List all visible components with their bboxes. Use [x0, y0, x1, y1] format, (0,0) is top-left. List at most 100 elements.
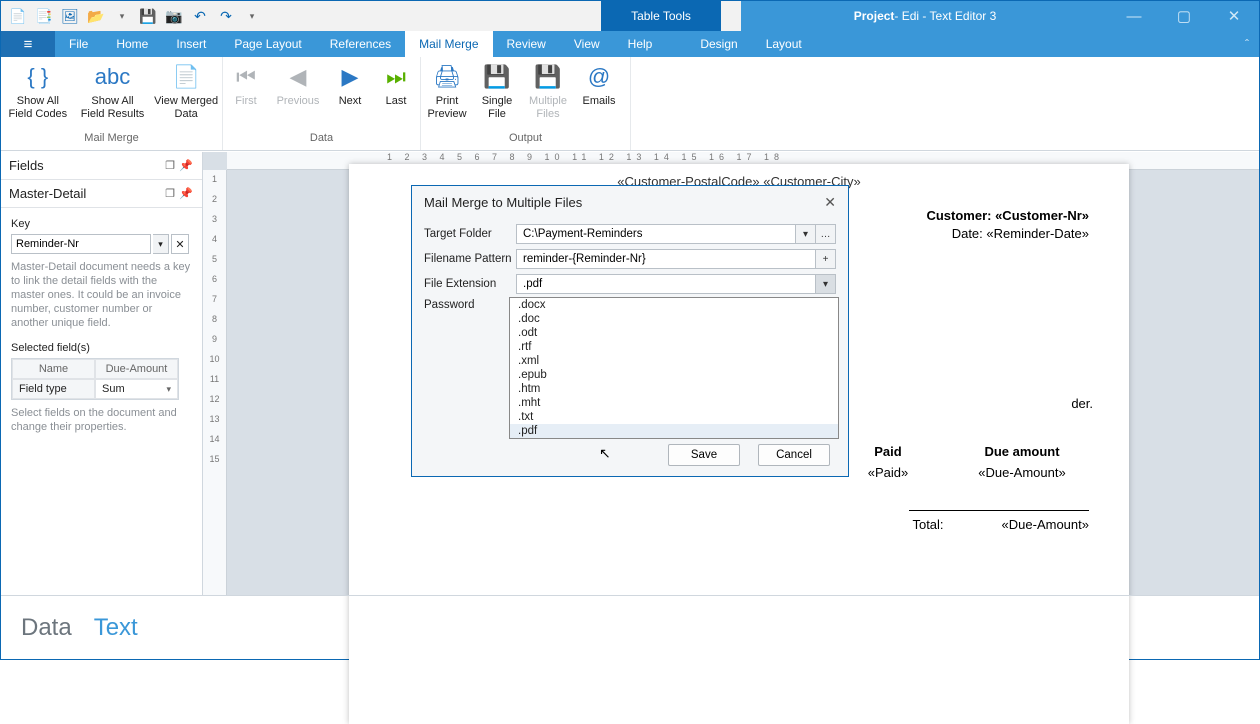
save-icon[interactable]: 💾 [137, 5, 159, 27]
panel-dock-icon-2[interactable]: ❐ [162, 187, 178, 200]
ribbon-group-mailmerge: { }Show AllField Codes abcShow AllField … [1, 57, 223, 150]
presentation-icon[interactable]: 🖼 [59, 5, 81, 27]
selected-fields-table: Name Due-Amount Field type Sum▾ [11, 358, 179, 400]
rich-doc-icon[interactable]: 📑 [33, 5, 55, 27]
key-dropdown-icon[interactable]: ▾ [153, 234, 169, 254]
bottom-tab-data[interactable]: Data [21, 614, 72, 642]
vertical-ruler[interactable]: 123456789101112131415 [203, 170, 227, 595]
maximize-button[interactable]: ▢ [1159, 1, 1209, 31]
ribbon-body: { }Show AllField Codes abcShow AllField … [1, 57, 1259, 151]
new-doc-icon[interactable]: 📄 [7, 5, 29, 27]
ext-odt[interactable]: .odt [510, 326, 838, 340]
last-button[interactable]: ⏭Last [373, 57, 419, 112]
total-line [909, 510, 1089, 511]
qat-dropdown-icon[interactable]: ▾ [111, 5, 133, 27]
at-icon: @ [583, 61, 615, 93]
tab-page-layout[interactable]: Page Layout [220, 31, 315, 57]
abc-icon: abc [97, 61, 129, 93]
file-extension-dropdown-icon[interactable]: ▾ [816, 274, 836, 294]
save-single-icon: 💾 [481, 61, 513, 93]
selected-fields-label: Selected field(s) [11, 342, 192, 354]
key-label: Key [11, 218, 192, 230]
bottom-tabs: Data Text [1, 595, 1259, 659]
first-button: ⏮First [223, 57, 269, 112]
app-title: Project - Edi - Text Editor 3 [741, 1, 1109, 31]
multiple-files-button[interactable]: 💾MultipleFiles [521, 57, 575, 125]
panel-dock-icon[interactable]: ❐ [162, 159, 178, 172]
ext-txt[interactable]: .txt [510, 410, 838, 424]
ext-htm[interactable]: .htm [510, 382, 838, 396]
camera-icon[interactable]: 📷 [163, 5, 185, 27]
save-button[interactable]: Save [668, 444, 740, 466]
show-field-results-button[interactable]: abcShow AllField Results [75, 57, 151, 125]
window-controls: — ▢ ✕ [1109, 1, 1259, 31]
ext-doc[interactable]: .doc [510, 312, 838, 326]
redo-icon[interactable]: ↷ [215, 5, 237, 27]
selected-fields-help: Select fields on the document and change… [11, 406, 192, 434]
tab-file[interactable]: File [55, 31, 102, 57]
tab-view[interactable]: View [560, 31, 614, 57]
total-label: Total: [912, 517, 943, 532]
master-detail-title: Master-Detail [9, 186, 86, 201]
show-field-codes-button[interactable]: { }Show AllField Codes [1, 57, 75, 125]
view-merged-data-button[interactable]: 📄View MergedData [150, 57, 222, 125]
title-bar: 📄 📑 🖼 📂 ▾ 💾 📷 ↶ ↷ ▾ Table Tools Project … [1, 1, 1259, 31]
dialog-title: Mail Merge to Multiple Files [424, 195, 582, 210]
target-folder-browse-button[interactable]: … [816, 224, 836, 244]
tab-help[interactable]: Help [614, 31, 667, 57]
previous-button: ◀Previous [269, 57, 327, 112]
cancel-button[interactable]: Cancel [758, 444, 830, 466]
ext-mht[interactable]: .mht [510, 396, 838, 410]
print-preview-button[interactable]: 🖨PrintPreview [421, 57, 473, 125]
key-input[interactable] [11, 234, 151, 254]
minimize-button[interactable]: — [1109, 1, 1159, 31]
single-file-button[interactable]: 💾SingleFile [473, 57, 521, 125]
col-name: Name [12, 359, 95, 379]
tab-layout[interactable]: Layout [752, 31, 816, 57]
file-extension-input[interactable] [516, 274, 816, 294]
ext-epub[interactable]: .epub [510, 368, 838, 382]
file-extension-label: File Extension [424, 278, 516, 290]
ext-pdf[interactable]: .pdf [510, 424, 838, 438]
order-text-tail: der. [1071, 396, 1093, 411]
tab-review[interactable]: Review [493, 31, 560, 57]
tab-references[interactable]: References [316, 31, 405, 57]
last-icon: ⏭ [380, 61, 412, 93]
previous-icon: ◀ [282, 61, 314, 93]
emails-button[interactable]: @Emails [575, 57, 623, 112]
filename-pattern-input[interactable] [516, 249, 816, 269]
fields-title: Fields [9, 158, 44, 173]
target-folder-input[interactable] [516, 224, 796, 244]
braces-icon: { } [22, 61, 54, 93]
fields-panel-header: Fields ❐ 📌 [1, 152, 202, 180]
tab-mail-merge[interactable]: Mail Merge [405, 31, 492, 57]
tab-insert[interactable]: Insert [162, 31, 220, 57]
undo-icon[interactable]: ↶ [189, 5, 211, 27]
file-tab[interactable]: ≡ [1, 31, 55, 57]
row-sum[interactable]: Sum▾ [95, 379, 178, 399]
ext-xml[interactable]: .xml [510, 354, 838, 368]
document-icon: 📄 [170, 61, 202, 93]
hdr-due: Due amount [955, 444, 1089, 459]
key-clear-button[interactable]: ✕ [171, 234, 189, 254]
customer-line: Customer: «Customer-Nr» [926, 208, 1089, 223]
ext-docx[interactable]: .docx [510, 298, 838, 312]
ribbon-group-output: 🖨PrintPreview 💾SingleFile 💾MultipleFiles… [421, 57, 631, 150]
open-icon[interactable]: 📂 [85, 5, 107, 27]
master-detail-header: Master-Detail ❐ 📌 [1, 180, 202, 208]
tab-design[interactable]: Design [686, 31, 751, 57]
collapse-ribbon-icon[interactable]: ˆ [1245, 37, 1249, 51]
close-button[interactable]: ✕ [1209, 1, 1259, 31]
dialog-close-icon[interactable]: ✕ [824, 194, 836, 211]
qat-overflow-icon[interactable]: ▾ [241, 5, 263, 27]
panel-pin-icon-2[interactable]: 📌 [178, 187, 194, 200]
filename-pattern-add-button[interactable]: + [816, 249, 836, 269]
bottom-tab-text[interactable]: Text [94, 614, 138, 642]
password-label: Password [424, 299, 516, 311]
tab-home[interactable]: Home [102, 31, 162, 57]
panel-pin-icon[interactable]: 📌 [178, 159, 194, 172]
target-folder-dropdown-icon[interactable]: ▾ [796, 224, 816, 244]
date-line: Date: «Reminder-Date» [952, 226, 1089, 241]
next-button[interactable]: ▶Next [327, 57, 373, 112]
ext-rtf[interactable]: .rtf [510, 340, 838, 354]
